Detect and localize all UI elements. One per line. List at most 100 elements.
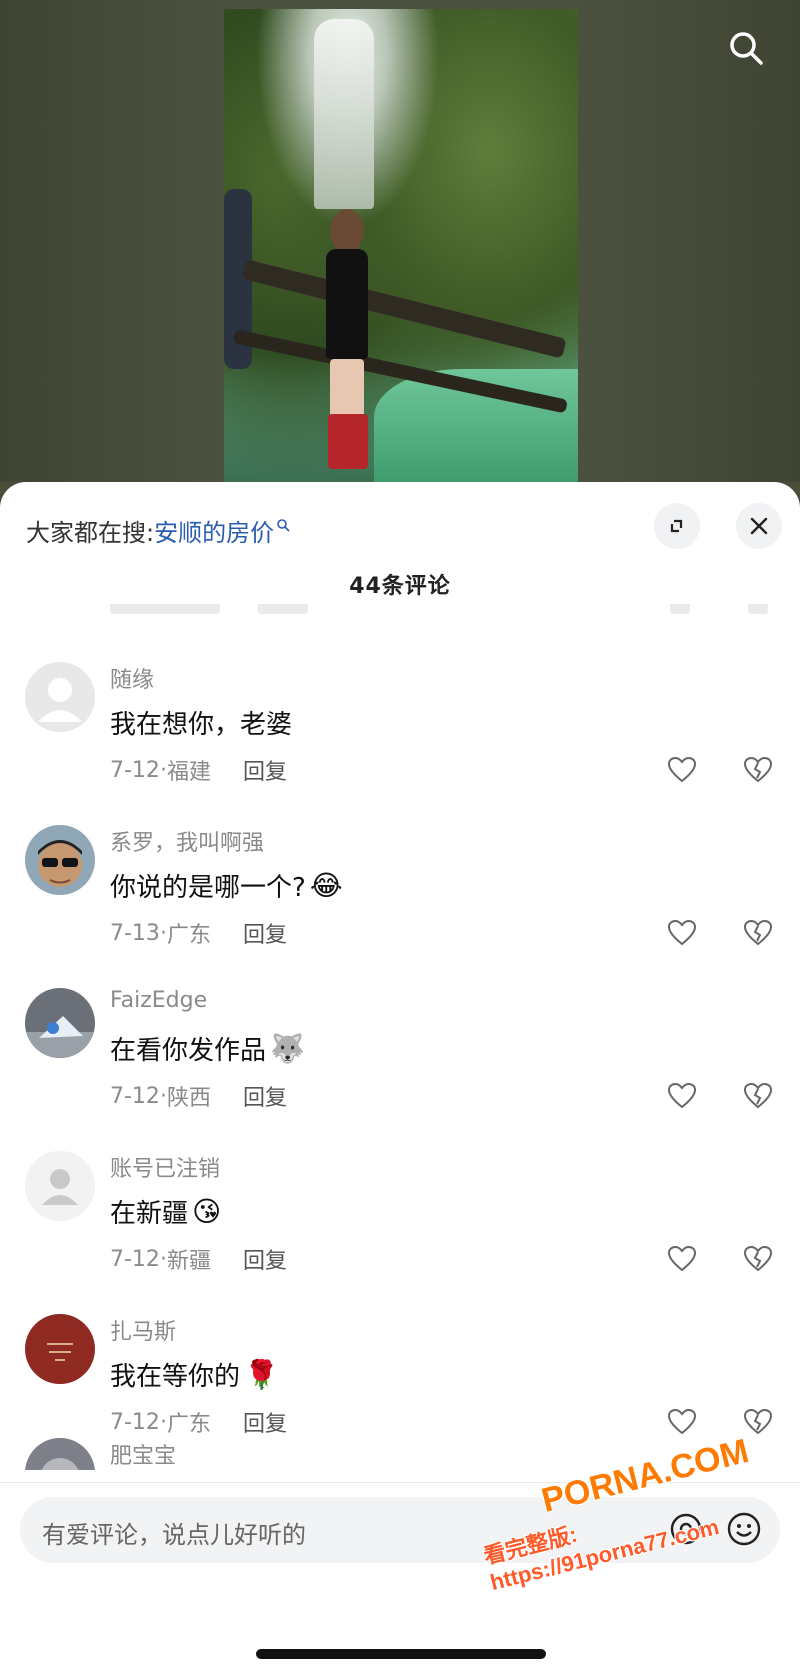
- comment-text: 我在想你，老婆: [110, 704, 292, 741]
- home-indicator: [256, 1649, 546, 1659]
- comment-input-bar: 有爱评论，说点儿好听的: [0, 1482, 800, 1673]
- default-avatar-icon: [25, 1151, 95, 1221]
- avatar[interactable]: [25, 825, 95, 895]
- trending-keyword[interactable]: 安顺的房价: [154, 513, 274, 548]
- smiley-icon: [727, 1512, 761, 1546]
- heart-icon: [667, 1245, 697, 1272]
- photo-avatar-icon: [25, 1438, 95, 1470]
- comment-item: 账号已注销 在新疆 😘 7-12 · 新疆 回复: [0, 1151, 800, 1314]
- comment-count: 44条评论: [349, 574, 451, 599]
- broken-heart-icon: [743, 919, 773, 946]
- comment-list: 随缘 我在想你，老婆 7-12 · 福建 回复 系罗，我叫啊强 你说的是哪一个?…: [0, 662, 800, 1477]
- comment-text-body: 在新疆: [110, 1199, 189, 1229]
- meta-separator: ·: [159, 1083, 167, 1109]
- avatar[interactable]: [25, 988, 95, 1058]
- emoji-button[interactable]: [724, 1509, 764, 1549]
- comment-location: 新疆: [166, 1249, 211, 1274]
- comment-meta: 7-13 · 广东 回复: [110, 917, 287, 949]
- dislike-button[interactable]: [740, 1078, 776, 1114]
- video-frame[interactable]: [224, 9, 578, 482]
- comment-date: 7-12: [110, 757, 160, 783]
- video-background[interactable]: [0, 0, 800, 482]
- meta-separator: ·: [159, 757, 167, 783]
- comment-text: 在看你发作品 🐺: [110, 1030, 305, 1067]
- avatar[interactable]: [25, 662, 95, 732]
- trending-search[interactable]: 大家都在搜: 安顺的房价: [26, 510, 290, 550]
- dislike-button[interactable]: [740, 1241, 776, 1277]
- avatar[interactable]: [25, 1314, 95, 1384]
- small-search-icon: [277, 519, 290, 532]
- comment-text: 在新疆 😘: [110, 1193, 221, 1230]
- comment-item: 随缘 我在想你，老婆 7-12 · 福建 回复: [0, 662, 800, 825]
- comment-username[interactable]: FaizEdge: [110, 988, 207, 1013]
- rose-emoji-icon: 🌹: [244, 1357, 279, 1391]
- comment-text: 我在等你的 🌹: [110, 1356, 279, 1393]
- comment-username[interactable]: 系罗，我叫啊强: [110, 825, 264, 857]
- comment-date: 7-12: [110, 1083, 160, 1109]
- person-legs: [330, 359, 364, 419]
- comment-username[interactable]: 肥宝宝: [110, 1438, 176, 1470]
- husky-emoji-icon: 🐺: [270, 1031, 305, 1065]
- avatar[interactable]: [25, 1438, 95, 1470]
- comment-date: 7-12: [110, 1246, 160, 1272]
- person-figure: [320, 209, 374, 469]
- search-icon: [730, 32, 763, 65]
- like-button[interactable]: [664, 1241, 700, 1277]
- red-badge-avatar-icon: [25, 1314, 95, 1384]
- comment-item: 系罗，我叫啊强 你说的是哪一个? 😂 7-13 · 广东 回复: [0, 825, 800, 988]
- heart-icon: [667, 919, 697, 946]
- input-icons: [666, 1509, 764, 1549]
- mention-button[interactable]: [666, 1509, 706, 1549]
- expand-icon: [670, 519, 683, 533]
- comments-sheet: 大家都在搜: 安顺的房价 44条评论 随缘 我在想你，老婆 7-12 · 福建 …: [0, 482, 800, 1673]
- comment-date: 7-13: [110, 920, 160, 946]
- trending-prefix: 大家都在搜:: [26, 518, 155, 547]
- close-icon: [750, 517, 768, 535]
- avatar[interactable]: [25, 1151, 95, 1221]
- comment-text-body: 你说的是哪一个?: [110, 873, 306, 903]
- at-icon: [670, 1513, 702, 1545]
- person-boots: [328, 414, 368, 469]
- reply-button[interactable]: 回复: [243, 754, 287, 786]
- scrolled-comment-remnant: [0, 604, 800, 622]
- comment-location: 福建: [166, 760, 211, 785]
- broken-heart-icon: [743, 1082, 773, 1109]
- comment-item: FaizEdge 在看你发作品 🐺 7-12 · 陕西 回复: [0, 988, 800, 1151]
- meta-separator: ·: [159, 920, 167, 946]
- comment-meta: 7-12 · 陕西 回复: [110, 1080, 287, 1112]
- like-button[interactable]: [664, 1078, 700, 1114]
- laughing-emoji-icon: 😂: [309, 868, 343, 902]
- kiss-emoji-icon: 😘: [192, 1194, 222, 1228]
- broken-heart-icon: [743, 1245, 773, 1272]
- photo-avatar-icon: [25, 988, 95, 1058]
- close-button[interactable]: [736, 503, 782, 549]
- comment-location: 广东: [166, 923, 211, 948]
- heart-icon: [667, 1082, 697, 1109]
- photo-avatar-icon: [25, 825, 95, 895]
- reply-button[interactable]: 回复: [243, 1243, 287, 1275]
- comment-input[interactable]: 有爱评论，说点儿好听的: [20, 1497, 780, 1563]
- partial-comment-item: 肥宝宝: [0, 1430, 800, 1470]
- comment-username[interactable]: 扎马斯: [110, 1314, 176, 1346]
- heart-icon: [667, 756, 697, 783]
- person-body: [326, 249, 368, 359]
- broken-heart-icon: [743, 756, 773, 783]
- comment-username[interactable]: 随缘: [110, 662, 154, 694]
- like-button[interactable]: [664, 752, 700, 788]
- comment-text-body: 我在等你的: [110, 1362, 241, 1392]
- comment-text-body: 在看你发作品: [110, 1036, 267, 1066]
- comment-username[interactable]: 账号已注销: [110, 1151, 220, 1183]
- comment-meta: 7-12 · 福建 回复: [110, 754, 287, 786]
- waterfall-scene: [314, 19, 374, 209]
- expand-button[interactable]: [654, 503, 700, 549]
- comment-meta: 7-12 · 新疆 回复: [110, 1243, 287, 1275]
- dislike-button[interactable]: [740, 915, 776, 951]
- reply-button[interactable]: 回复: [243, 1080, 287, 1112]
- comment-location: 陕西: [166, 1086, 211, 1111]
- like-button[interactable]: [664, 915, 700, 951]
- default-avatar-icon: [25, 662, 95, 732]
- search-button[interactable]: [724, 26, 768, 70]
- comment-text: 你说的是哪一个? 😂: [110, 867, 343, 904]
- dislike-button[interactable]: [740, 752, 776, 788]
- reply-button[interactable]: 回复: [243, 917, 287, 949]
